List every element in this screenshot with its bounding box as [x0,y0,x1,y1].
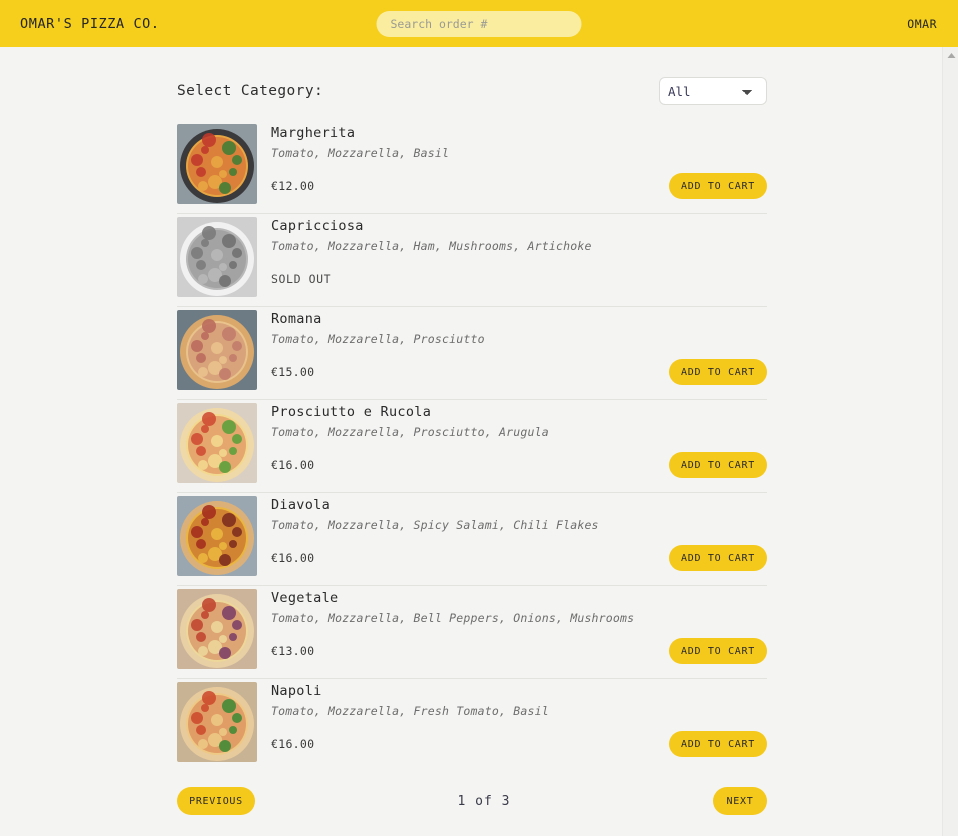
category-filter-label: Select Category: [177,83,324,99]
category-select[interactable]: All [659,77,767,105]
menu-item-price: €15.00 [271,365,315,379]
main-content: Select Category: All Margherita Tomato, M… [0,47,930,815]
menu-item-footer: €15.00 ADD TO CART [271,359,767,385]
menu-item-image [177,496,257,576]
menu-item-footer: €16.00 ADD TO CART [271,545,767,571]
menu-item-body: Capricciosa Tomato, Mozzarella, Ham, Mush… [257,214,767,298]
menu-item-footer: SOLD OUT [271,266,767,292]
menu-item-ingredients: Tomato, Mozzarella, Bell Peppers, Onions… [271,611,635,625]
search-input[interactable] [376,11,582,37]
menu-item-footer: €16.00 ADD TO CART [271,452,767,478]
menu-item-ingredients: Tomato, Mozzarella, Prosciutto, Arugula [271,425,549,439]
menu-item-name: Romana [271,311,322,327]
menu-item-row: Napoli Tomato, Mozzarella, Fresh Tomato, … [177,679,767,771]
menu-item-name: Diavola [271,497,330,513]
menu-item-row: Margherita Tomato, Mozzarella, Basil €12.0… [177,121,767,214]
add-to-cart-button[interactable]: ADD TO CART [669,545,767,571]
menu-item-price: €16.00 [271,551,315,565]
menu-item-row: Vegetale Tomato, Mozzarella, Bell Peppers… [177,586,767,679]
menu-item-footer: €13.00 ADD TO CART [271,638,767,664]
search-container [376,11,582,37]
menu-item-ingredients: Tomato, Mozzarella, Ham, Mushrooms, Arti… [271,239,592,253]
user-menu-label[interactable]: OMAR [907,17,937,31]
add-to-cart-button[interactable]: ADD TO CART [669,731,767,757]
add-to-cart-button[interactable]: ADD TO CART [669,359,767,385]
previous-page-button[interactable]: PREVIOUS [177,787,255,815]
menu-item-price: €12.00 [271,179,315,193]
menu-item-ingredients: Tomato, Mozzarella, Basil [271,146,450,160]
menu-item-name: Vegetale [271,590,339,606]
menu-item-row: Diavola Tomato, Mozzarella, Spicy Salami,… [177,493,767,586]
menu-item-price: €16.00 [271,458,315,472]
menu-item-image [177,403,257,483]
menu-item-image [177,310,257,390]
menu-item-ingredients: Tomato, Mozzarella, Prosciutto [271,332,485,346]
page-indicator: 1 of 3 [457,793,511,809]
menu-item-name: Capricciosa [271,218,364,234]
brand-title: OMAR'S PIZZA CO. [20,15,160,32]
menu-item-body: Vegetale Tomato, Mozzarella, Bell Peppers… [257,586,767,670]
menu-item-row: Prosciutto e Rucola Tomato, Mozzarella, P… [177,400,767,493]
menu-item-ingredients: Tomato, Mozzarella, Fresh Tomato, Basil [271,704,549,718]
scrollbar-up-arrow-icon[interactable] [943,47,958,63]
category-filter-row: Select Category: All [177,69,767,113]
pagination-bar: PREVIOUS 1 of 3 NEXT [177,787,767,815]
add-to-cart-button[interactable]: ADD TO CART [669,452,767,478]
menu-item-row: Capricciosa Tomato, Mozzarella, Ham, Mush… [177,214,767,307]
add-to-cart-button[interactable]: ADD TO CART [669,173,767,199]
menu-item-image [177,589,257,669]
sold-out-badge: SOLD OUT [271,272,332,286]
menu-item-price: €13.00 [271,644,315,658]
menu-item-body: Prosciutto e Rucola Tomato, Mozzarella, P… [257,400,767,484]
menu-item-body: Romana Tomato, Mozzarella, Prosciutto €15.… [257,307,767,391]
menu-item-footer: €16.00 ADD TO CART [271,731,767,757]
menu-item-name: Napoli [271,683,322,699]
add-to-cart-button[interactable]: ADD TO CART [669,638,767,664]
menu-item-image [177,682,257,762]
menu-item-list: Margherita Tomato, Mozzarella, Basil €12.0… [177,121,767,771]
next-page-button[interactable]: NEXT [713,787,767,815]
menu-item-image [177,124,257,204]
menu-item-price: €16.00 [271,737,315,751]
menu-item-ingredients: Tomato, Mozzarella, Spicy Salami, Chili … [271,518,599,532]
menu-item-body: Margherita Tomato, Mozzarella, Basil €12.0… [257,121,767,205]
menu-item-body: Diavola Tomato, Mozzarella, Spicy Salami,… [257,493,767,577]
menu-item-footer: €12.00 ADD TO CART [271,173,767,199]
app-header: OMAR'S PIZZA CO. OMAR [0,0,958,47]
menu-item-name: Prosciutto e Rucola [271,404,432,420]
menu-item-name: Margherita [271,125,356,141]
menu-item-image [177,217,257,297]
menu-item-row: Romana Tomato, Mozzarella, Prosciutto €15.… [177,307,767,400]
page-scrollbar[interactable] [942,47,958,836]
menu-item-body: Napoli Tomato, Mozzarella, Fresh Tomato, … [257,679,767,763]
